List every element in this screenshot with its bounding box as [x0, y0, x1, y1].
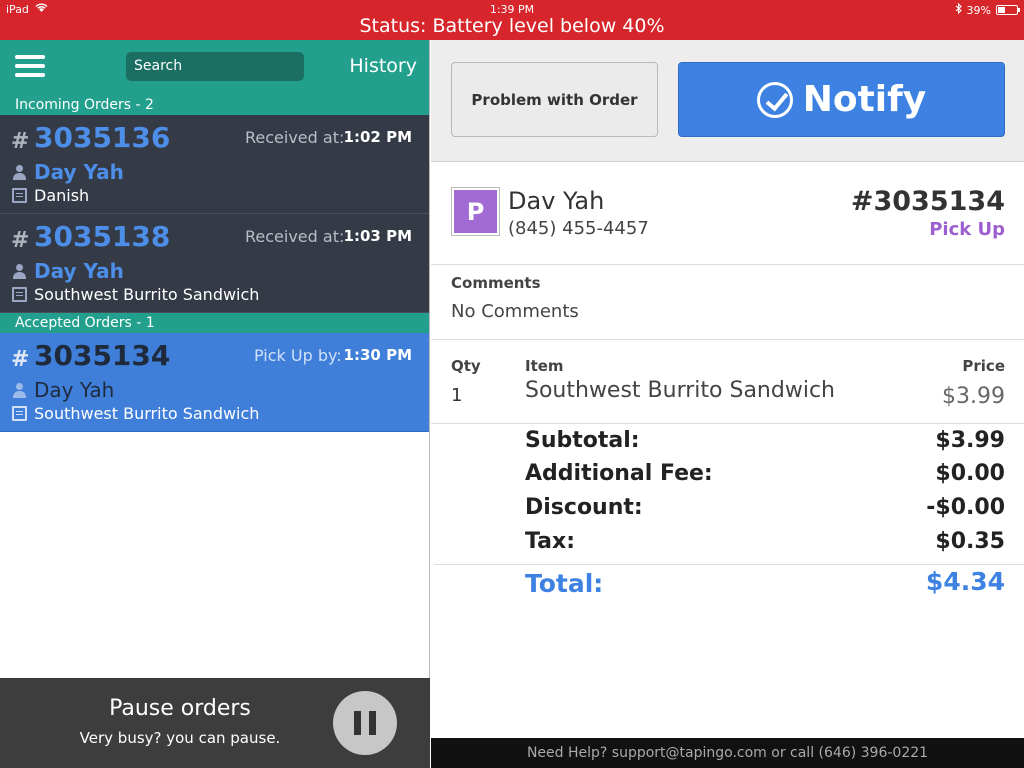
order-row[interactable]: # 3035136 Received at: 1:02 PM Day Yah D… — [0, 115, 429, 214]
hash-icon: # — [11, 347, 30, 372]
comments-text: No Comments — [451, 301, 579, 322]
pause-icon — [354, 711, 361, 735]
orders-pane: Search History Incoming Orders - 2 # 303… — [0, 40, 430, 768]
battery-fill — [998, 7, 1006, 13]
order-id: #3035134 — [850, 186, 1005, 217]
customer-name: Dav Yah — [508, 187, 605, 215]
order-type: Pick Up — [929, 219, 1005, 240]
discount-value: -$0.00 — [926, 495, 1005, 520]
order-item: Danish — [12, 186, 89, 205]
order-customer: Day Yah — [12, 378, 114, 402]
item-column-header: Item — [525, 357, 564, 375]
line-item-qty: 1 — [451, 385, 463, 406]
search-input[interactable]: Search — [126, 52, 304, 81]
order-row-selected[interactable]: # 3035134 Pick Up by: 1:30 PM Day Yah So… — [0, 333, 429, 432]
incoming-orders-header: Incoming Orders - 2 — [0, 95, 429, 115]
order-item: Southwest Burrito Sandwich — [12, 404, 259, 423]
pickup-time: 1:30 PM — [343, 346, 412, 364]
menu-icon[interactable] — [15, 55, 45, 77]
order-number: 3035134 — [34, 339, 171, 372]
orders-header: Search History — [0, 40, 429, 95]
order-customer: Day Yah — [12, 259, 124, 283]
totals-section: Subtotal: $3.99 Additional Fee: $0.00 Di… — [431, 424, 1024, 608]
order-number: 3035136 — [34, 121, 171, 154]
subtotal-value: $3.99 — [935, 428, 1005, 453]
customer-name: Day Yah — [34, 378, 115, 402]
total-label: Total: — [525, 569, 604, 598]
received-time: 1:03 PM — [343, 227, 412, 245]
notify-label: Notify — [802, 79, 927, 120]
action-bar: Problem with Order Notify — [431, 40, 1024, 162]
pickup-label: Pick Up by: — [254, 346, 342, 365]
person-icon — [12, 164, 27, 180]
hash-icon: # — [11, 228, 30, 253]
receipt-icon — [12, 287, 27, 302]
item-name: Southwest Burrito Sandwich — [34, 285, 260, 304]
received-label: Received at: — [245, 128, 345, 147]
problem-with-order-button[interactable]: Problem with Order — [451, 62, 658, 137]
check-circle-icon — [756, 81, 793, 118]
history-button[interactable]: History — [349, 55, 417, 77]
tax-label: Tax: — [525, 529, 576, 554]
order-number: 3035138 — [34, 220, 171, 253]
customer-phone: (845) 455-4457 — [508, 218, 649, 239]
price-column-header: Price — [962, 357, 1005, 375]
pause-title: Pause orders — [109, 696, 251, 721]
order-row[interactable]: # 3035138 Received at: 1:03 PM Day Yah S… — [0, 214, 429, 313]
qty-column-header: Qty — [451, 357, 481, 375]
status-bar: iPad 1:39 PM 39% Status: Battery level b… — [0, 0, 1024, 40]
pause-button[interactable] — [333, 691, 397, 755]
status-message: Status: Battery level below 40% — [359, 15, 665, 37]
received-time: 1:02 PM — [343, 128, 412, 146]
avatar: P — [452, 188, 499, 235]
order-item: Southwest Burrito Sandwich — [12, 285, 259, 304]
customer-section: P Dav Yah (845) 455-4457 #3035134 Pick U… — [431, 162, 1024, 265]
order-customer: Day Yah — [12, 160, 124, 184]
battery-icon — [996, 5, 1020, 15]
person-icon — [12, 263, 27, 279]
item-name: Southwest Burrito Sandwich — [34, 404, 260, 423]
tax-value: $0.35 — [935, 529, 1005, 554]
customer-name: Day Yah — [34, 160, 124, 184]
line-item-name: Southwest Burrito Sandwich — [525, 378, 835, 403]
total-value: $4.34 — [925, 567, 1005, 596]
customer-name: Day Yah — [34, 259, 124, 283]
pause-panel: Pause orders Very busy? you can pause. — [0, 678, 430, 768]
comments-label: Comments — [451, 274, 541, 292]
fee-value: $0.00 — [935, 461, 1005, 486]
receipt-icon — [12, 406, 27, 421]
divider — [434, 564, 1024, 565]
person-icon — [12, 382, 27, 398]
hash-icon: # — [11, 129, 30, 154]
received-label: Received at: — [245, 227, 345, 246]
line-item-price: $3.99 — [942, 384, 1005, 409]
receipt-icon — [12, 188, 27, 203]
accepted-orders-header: Accepted Orders - 1 — [0, 313, 429, 333]
fee-label: Additional Fee: — [525, 461, 713, 486]
help-bar: Need Help? support@tapingo.com or call (… — [431, 738, 1024, 768]
item-name: Danish — [34, 186, 90, 205]
comments-section: Comments No Comments — [431, 265, 1024, 340]
line-items: Qty Item Price 1 Southwest Burrito Sandw… — [431, 340, 1024, 424]
order-detail-pane: Problem with Order Notify P Dav Yah (845… — [431, 40, 1024, 768]
notify-button[interactable]: Notify — [678, 62, 1005, 137]
discount-label: Discount: — [525, 495, 643, 520]
subtotal-label: Subtotal: — [525, 428, 640, 453]
pause-subtitle: Very busy? you can pause. — [79, 729, 281, 747]
